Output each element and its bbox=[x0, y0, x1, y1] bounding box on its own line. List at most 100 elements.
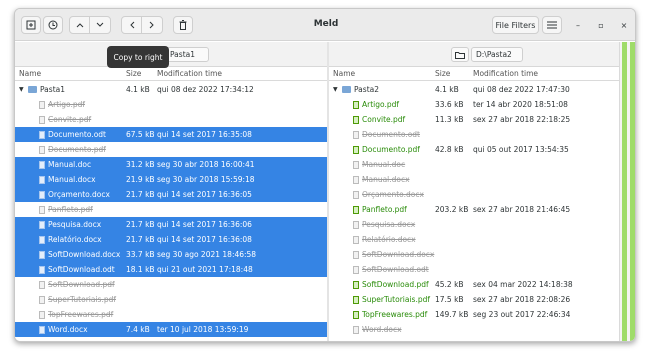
right-file-row[interactable]: Pesquisa.docx bbox=[329, 217, 619, 232]
left-file-row[interactable]: Orçamento.docx 21.7 kB qui 14 set 2017 16:… bbox=[15, 187, 327, 202]
right-file-row[interactable]: Documento.pdf 42.8 kB qui 05 out 2017 13:5… bbox=[329, 142, 619, 157]
right-file-row[interactable]: TopFreewares.pdf 149.7 kB seg 23 out 2017 … bbox=[329, 307, 619, 322]
maximize-button[interactable]: ▫ bbox=[595, 19, 607, 31]
minimize-button[interactable]: – bbox=[572, 19, 584, 31]
left-root-folder-row[interactable]: ▼ Pasta1 4.1 kB qui 08 dez 2022 17:34:12 bbox=[15, 82, 327, 97]
left-file-row[interactable]: Artigo.pdf bbox=[15, 97, 327, 112]
file-icon bbox=[353, 205, 359, 214]
file-size: 31.2 kB bbox=[126, 160, 155, 169]
file-modified: seg 30 abr 2018 15:59:18 bbox=[157, 175, 255, 184]
file-name: Pesquisa.docx bbox=[362, 220, 416, 229]
file-size: 21.7 kB bbox=[126, 220, 155, 229]
right-col-modified[interactable]: Modification time bbox=[473, 69, 538, 78]
right-pane: Name Size Modification time ▼ Pasta2 4.1 k… bbox=[329, 67, 619, 341]
file-name: Orçamento.docx bbox=[362, 190, 424, 199]
file-name: SuperTutoriais.pdf bbox=[48, 295, 116, 304]
left-file-row[interactable]: Pesquisa.docx 21.7 kB qui 14 set 2017 16:3… bbox=[15, 217, 327, 232]
file-modified: sex 27 abr 2018 22:08:26 bbox=[473, 295, 571, 304]
file-modified: sex 27 abr 2018 22:18:25 bbox=[473, 115, 571, 124]
file-icon bbox=[353, 325, 359, 334]
right-file-row[interactable]: Manual.doc bbox=[329, 157, 619, 172]
left-pane: Name Size Modification time ▼ Pasta1 4.1 k… bbox=[15, 67, 327, 341]
file-name: Manual.doc bbox=[48, 160, 92, 169]
file-icon bbox=[39, 265, 45, 274]
file-modified: seg 30 ago 2021 18:46:58 bbox=[157, 250, 257, 259]
expander-icon[interactable]: ▼ bbox=[19, 82, 24, 97]
file-name: Manual.doc bbox=[362, 160, 406, 169]
right-col-size[interactable]: Size bbox=[435, 69, 450, 78]
file-name: SoftDownload.docx bbox=[48, 250, 121, 259]
left-file-row[interactable]: SuperTutoriais.pdf bbox=[15, 292, 327, 307]
copy-to-right-tooltip: Copy to right bbox=[107, 46, 169, 68]
file-icon bbox=[39, 280, 45, 289]
left-file-row[interactable]: Convite.pdf bbox=[15, 112, 327, 127]
file-modified: qui 21 out 2021 17:18:48 bbox=[157, 265, 253, 274]
left-path-entry[interactable]: Pasta1 bbox=[165, 47, 209, 62]
file-name: Panfleto.pdf bbox=[48, 205, 93, 214]
right-file-row[interactable]: SoftDownload.docx bbox=[329, 247, 619, 262]
file-icon bbox=[353, 265, 359, 274]
left-file-row[interactable]: SoftDownload.docx 33.7 kB seg 30 ago 2021 … bbox=[15, 247, 327, 262]
left-file-row[interactable]: Manual.doc 31.2 kB seg 30 abr 2018 16:00:4… bbox=[15, 157, 327, 172]
left-file-row[interactable]: Documento.odt 67.5 kB qui 14 set 2017 16:3… bbox=[15, 127, 327, 142]
folder-size: 4.1 kB bbox=[126, 85, 150, 94]
right-path-bar: D:\Pasta2 bbox=[329, 42, 619, 67]
file-icon bbox=[39, 250, 45, 259]
right-file-row[interactable]: SoftDownload.odt bbox=[329, 262, 619, 277]
diff-overview-bar[interactable] bbox=[619, 42, 635, 341]
right-file-row[interactable]: Word.docx bbox=[329, 322, 619, 337]
left-file-row[interactable]: SoftDownload.odt 18.1 kB qui 21 out 2021 1… bbox=[15, 262, 327, 277]
left-file-row[interactable]: Documento.pdf bbox=[15, 142, 327, 157]
close-button[interactable]: × bbox=[618, 19, 630, 31]
main-menu-button[interactable] bbox=[542, 16, 562, 34]
folder-icon bbox=[28, 86, 37, 93]
right-path-entry[interactable]: D:\Pasta2 bbox=[471, 47, 523, 62]
hamburger-menu-icon bbox=[547, 21, 557, 29]
right-file-row[interactable]: SuperTutoriais.pdf 17.5 kB sex 27 abr 2018… bbox=[329, 292, 619, 307]
file-size: 42.8 kB bbox=[435, 145, 464, 154]
right-file-row[interactable]: SoftDownload.pdf 45.2 kB sex 04 mar 2022 1… bbox=[329, 277, 619, 292]
right-file-row[interactable]: Convite.pdf 11.3 kB sex 27 abr 2018 22:18:… bbox=[329, 112, 619, 127]
right-col-name[interactable]: Name bbox=[333, 69, 355, 78]
file-modified: seg 30 abr 2018 16:00:41 bbox=[157, 160, 255, 169]
file-icon bbox=[353, 100, 359, 109]
right-file-row[interactable]: Artigo.pdf 33.6 kB ter 14 abr 2020 18:51:0… bbox=[329, 97, 619, 112]
right-file-row[interactable]: Manual.docx bbox=[329, 172, 619, 187]
file-size: 45.2 kB bbox=[435, 280, 464, 289]
file-modified: qui 14 set 2017 16:36:05 bbox=[157, 190, 252, 199]
file-name: Word.docx bbox=[362, 325, 402, 334]
diff-strip-left bbox=[622, 42, 627, 341]
left-file-row[interactable]: Manual.docx 21.9 kB seg 30 abr 2018 15:59:… bbox=[15, 172, 327, 187]
file-icon bbox=[39, 160, 45, 169]
right-browse-button[interactable] bbox=[451, 47, 469, 62]
file-size: 149.7 kB bbox=[435, 310, 469, 319]
file-name: Documento.pdf bbox=[362, 145, 420, 154]
right-file-row[interactable]: Panfleto.pdf 203.2 kB sex 27 abr 2018 21:4… bbox=[329, 202, 619, 217]
left-col-modified[interactable]: Modification time bbox=[157, 69, 222, 78]
file-icon bbox=[353, 190, 359, 199]
left-file-row[interactable]: SoftDownload.pdf bbox=[15, 277, 327, 292]
file-modified: qui 14 set 2017 16:35:08 bbox=[157, 130, 252, 139]
left-col-name[interactable]: Name bbox=[19, 69, 41, 78]
file-icon bbox=[353, 295, 359, 304]
right-file-row[interactable]: Relatório.docx bbox=[329, 232, 619, 247]
file-name: Word.docx bbox=[48, 325, 88, 334]
left-col-size[interactable]: Size bbox=[126, 69, 141, 78]
file-size: 7.4 kB bbox=[126, 325, 150, 334]
left-file-row[interactable]: TopFreewares.pdf bbox=[15, 307, 327, 322]
file-icon bbox=[353, 220, 359, 229]
left-file-row[interactable]: Word.docx 7.4 kB ter 10 jul 2018 13:59:19 bbox=[15, 322, 327, 337]
file-icon bbox=[353, 280, 359, 289]
right-file-row[interactable]: Orçamento.docx bbox=[329, 187, 619, 202]
left-file-row[interactable]: Relatório.docx 21.7 kB qui 14 set 2017 16:… bbox=[15, 232, 327, 247]
left-file-row[interactable]: Panfleto.pdf bbox=[15, 202, 327, 217]
file-filters-button[interactable]: File Filters bbox=[492, 16, 539, 34]
expander-icon[interactable]: ▼ bbox=[333, 82, 338, 97]
file-modified: qui 14 set 2017 16:36:08 bbox=[157, 235, 252, 244]
file-name: Relatório.docx bbox=[362, 235, 416, 244]
meld-window: Meld File Filters – ▫ × Copy to right Pa… bbox=[14, 8, 636, 342]
right-root-folder-row[interactable]: ▼ Pasta2 4.1 kB qui 08 dez 2022 17:47:30 bbox=[329, 82, 619, 97]
file-icon bbox=[353, 250, 359, 259]
right-file-row[interactable]: Documento.odt bbox=[329, 127, 619, 142]
file-icon bbox=[39, 310, 45, 319]
